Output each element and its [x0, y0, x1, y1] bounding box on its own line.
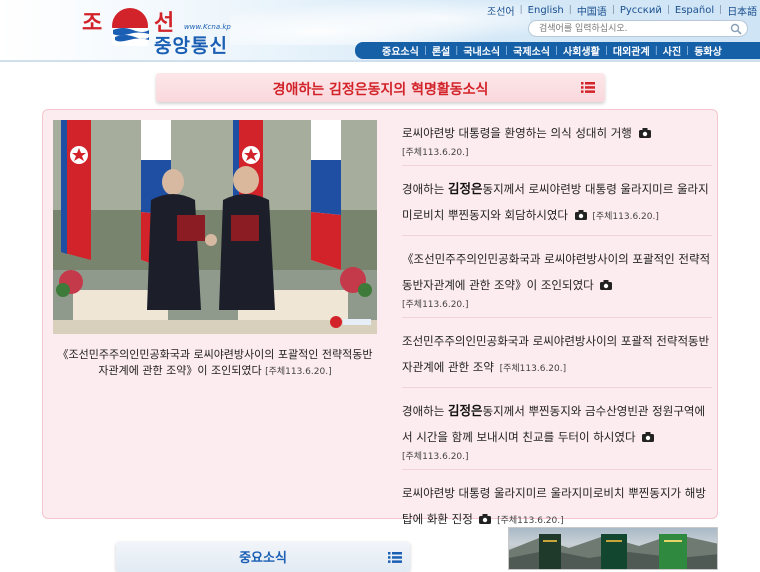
important-news-banner[interactable]: 중요소식 [116, 542, 410, 572]
camera-icon [638, 128, 651, 138]
list-item[interactable]: 로씨야련방 대통령을 환영하는 의식 성대히 거행 [주체113.6.20.] [402, 110, 712, 166]
nav-item-videos[interactable]: 동화상 [689, 43, 727, 58]
featured-photo-date: [주체113.6.20.] [265, 367, 332, 377]
news-item-date: [주체113.6.20.] [402, 300, 469, 310]
news-item-title: 《조선민주주의인민공화국과 로씨야련방사이의 포괄적인 전략적동반자관계에 관한… [402, 252, 711, 292]
featured-section-title: 경애하는 김정은동지의 혁명활동소식 [272, 82, 489, 98]
camera-icon [642, 432, 655, 442]
nav-item-important-news[interactable]: 중요소식 [377, 43, 424, 58]
nav-item-international[interactable]: 국제소식 [508, 43, 555, 58]
main-nav: 중요소식 | 론설 | 국내소식 | 국제소식 | 사회생활 | 대외관계 | … [355, 42, 760, 59]
list-icon[interactable] [388, 552, 402, 563]
search-input[interactable] [539, 22, 729, 35]
lang-japanese[interactable]: 日本語 [722, 3, 760, 18]
lang-korean[interactable]: 조선어 [482, 3, 520, 18]
logo-emblem-icon [112, 8, 149, 46]
featured-photo[interactable] [53, 120, 377, 334]
list-item[interactable]: 경애하는 김정은동지께서 로씨야련방 대통령 울라지미르 울라지미로비치 뿌찐동… [402, 166, 712, 236]
site-logo[interactable]: 조 선 www.Kcna.kp 중앙통신 [82, 4, 242, 57]
list-item[interactable]: 조선민주주의인민공화국과 로씨야련방사이의 포괄적 전략적동반자관계에 관한 조… [402, 318, 712, 388]
book-promo-banner[interactable] [508, 527, 718, 570]
list-item[interactable]: 《조선민주주의인민공화국과 로씨야련방사이의 포괄적인 전략적동반자관계에 관한… [402, 236, 712, 318]
search-icon[interactable] [730, 23, 742, 35]
language-bar: 조선어 | English | 中国语 | Pусский | Español … [482, 3, 760, 18]
list-icon[interactable] [581, 82, 595, 93]
news-item-title: 로씨야련방 대통령을 환영하는 의식 성대히 거행 [402, 126, 632, 140]
news-item-date: [주체113.6.20.] [402, 452, 469, 462]
logo-url: www.Kcna.kp [184, 23, 231, 31]
signing-ceremony-image [53, 120, 377, 334]
news-item-date: [주체113.6.20.] [497, 516, 564, 526]
important-news-title: 중요소식 [239, 551, 287, 566]
news-item-title-bold: 김정은 [447, 181, 483, 196]
logo-word-jo: 조 [82, 10, 104, 36]
featured-photo-caption[interactable]: 《조선민주주의인민공화국과 로씨야련방사이의 포괄적인 전략적동반자관계에 관한… [53, 347, 377, 380]
featured-news-list: 로씨야련방 대통령을 환영하는 의식 성대히 거행 [주체113.6.20.] … [402, 110, 712, 539]
camera-icon [574, 210, 587, 220]
logo-word-agency: 중앙통신 [154, 35, 228, 57]
featured-section-banner[interactable]: 경애하는 김정은동지의 혁명활동소식 [156, 73, 605, 102]
camera-icon [600, 280, 613, 290]
search-box [528, 20, 748, 37]
list-item[interactable]: 경애하는 김정은동지께서 뿌찐동지와 금수산영빈관 정원구역에서 시간을 함께 … [402, 388, 712, 470]
news-item-date: [주체113.6.20.] [592, 212, 659, 222]
lang-spanish[interactable]: Español [670, 5, 719, 16]
books-landscape-image [509, 534, 717, 569]
nav-item-social-life[interactable]: 사회생활 [558, 43, 605, 58]
header-divider [0, 60, 760, 62]
news-item-title-pre: 경애하는 [402, 182, 448, 196]
nav-item-external-relations[interactable]: 대외관계 [608, 43, 655, 58]
lang-russian[interactable]: Pусский [615, 5, 667, 16]
nav-item-photos[interactable]: 사진 [658, 43, 686, 58]
news-item-date: [주체113.6.20.] [402, 148, 469, 158]
nav-item-domestic[interactable]: 국내소식 [458, 43, 505, 58]
nav-item-editorial[interactable]: 론설 [427, 43, 455, 58]
news-item-title-bold: 김정은 [447, 403, 483, 418]
news-item-date: [주체113.6.20.] [499, 364, 567, 374]
news-item-title-pre: 경애하는 [402, 404, 448, 418]
lang-chinese[interactable]: 中国语 [572, 3, 612, 18]
lang-english[interactable]: English [523, 5, 569, 16]
site-header: 조 선 www.Kcna.kp 중앙통신 조선어 | English | 中国语… [0, 0, 760, 60]
camera-icon [479, 514, 492, 524]
